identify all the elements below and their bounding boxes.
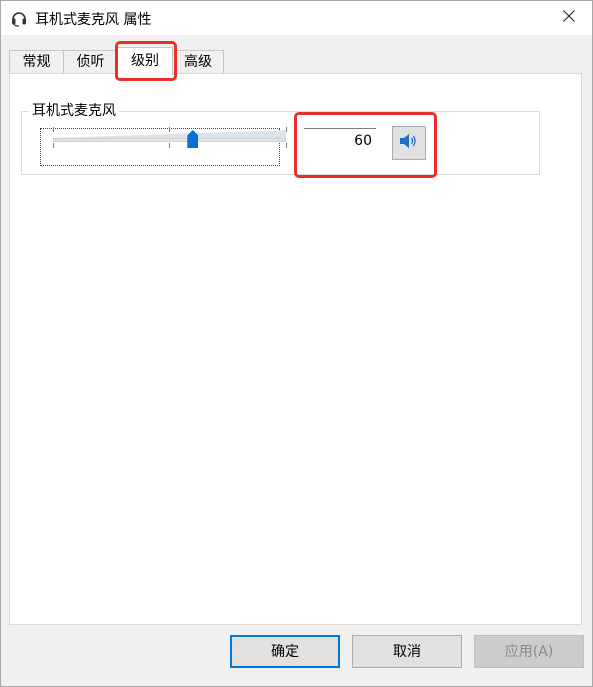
tab-advanced[interactable]: 高级 [172,50,224,74]
slider-tick [53,143,54,148]
ok-button[interactable]: 确定 [230,635,340,668]
title-bar[interactable]: 耳机式麦克风 属性 [1,1,592,35]
slider-tick [286,143,287,148]
tab-listen[interactable]: 侦听 [63,50,118,74]
apply-button[interactable]: 应用(A) [474,635,584,668]
volume-value: 60 [354,133,372,149]
slider-tick [169,127,170,132]
properties-window: 耳机式麦克风 属性 常规 侦听 级别 高级 耳机式麦克风 60 确定 取消 应用… [0,0,593,687]
group-label: 耳机式麦克风 [29,102,119,120]
close-icon [563,10,575,26]
volume-slider[interactable] [53,138,286,142]
slider-tick [53,127,54,132]
volume-value-field[interactable]: 60 [304,128,376,166]
speaker-icon [399,132,419,154]
tab-levels[interactable]: 级别 [117,47,173,75]
close-button[interactable] [546,1,592,35]
slider-tick [169,143,170,148]
headset-icon [11,10,27,27]
window-title: 耳机式麦克风 属性 [35,12,152,28]
levels-panel: 耳机式麦克风 60 [9,73,582,625]
tab-general[interactable]: 常规 [9,50,64,74]
mute-button[interactable] [392,126,426,160]
slider-tick [286,127,287,132]
cancel-button[interactable]: 取消 [352,635,462,668]
